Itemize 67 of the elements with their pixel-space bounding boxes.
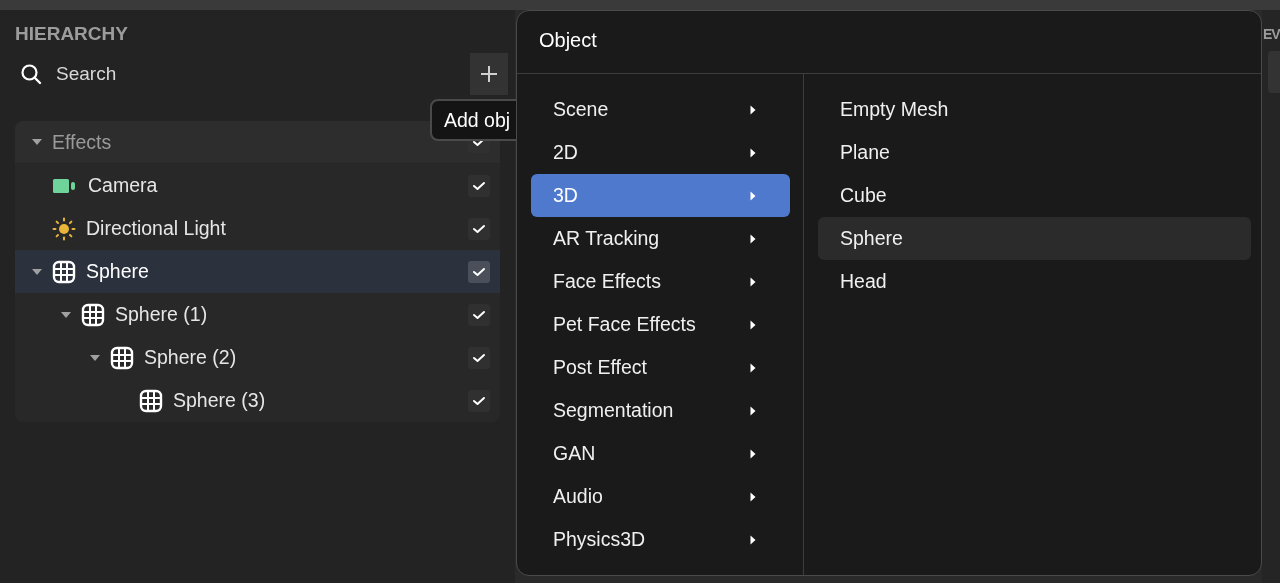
submenu-arrow-icon [750,190,756,201]
submenu-arrow-icon [750,233,756,244]
grid-icon [110,345,134,370]
search-icon [20,63,42,85]
menu-item[interactable]: Empty Mesh [818,88,1251,131]
submenu-arrow-icon [750,448,756,459]
check-icon [472,352,486,363]
sun-icon [52,216,76,241]
menu-item[interactable]: GAN [531,432,790,475]
tree-item-label: Camera [88,174,159,197]
check-icon [472,395,486,406]
menu-item[interactable]: Cube [818,174,1251,217]
panel-title: HIERARCHY [15,23,129,45]
menu-item[interactable]: Segmentation [531,389,790,432]
visibility-checkbox[interactable] [468,303,490,326]
submenu-arrow-icon [750,534,756,545]
tree-item-label: Sphere (2) [144,346,238,369]
visibility-checkbox[interactable] [468,389,490,412]
menu-item[interactable]: Plane [818,131,1251,174]
grid-icon [52,259,76,284]
tree-item-label: Effects [52,130,113,154]
submenu-arrow-icon [750,147,756,158]
plus-icon [479,64,499,84]
visibility-checkbox[interactable] [468,260,490,283]
submenu-arrow-icon [750,104,756,115]
menu-item[interactable]: Sphere [818,217,1251,260]
tree-item-label: Sphere (3) [173,389,267,412]
grid-icon [81,302,105,327]
submenu-arrow-icon [750,319,756,330]
menu-item[interactable]: Pet Face Effects [531,303,790,346]
menu-item[interactable]: Post Effect [531,346,790,389]
search-field[interactable]: Search [56,63,216,85]
visibility-checkbox[interactable] [468,174,490,197]
caret-icon[interactable] [31,138,43,146]
submenu-arrow-icon [750,491,756,502]
caret-icon[interactable] [31,267,43,276]
tree-row[interactable]: Camera [15,164,500,207]
visibility-checkbox[interactable] [468,217,490,240]
menu-item[interactable]: Head [818,260,1251,303]
tree-item-label: Sphere (1) [115,303,209,326]
tree-row[interactable]: Sphere (3) [15,379,500,422]
grid-icon [139,388,163,413]
check-icon [472,223,486,234]
menu-item[interactable]: 3D [531,174,790,217]
submenu-arrow-icon [750,362,756,373]
tree-item-label: Directional Light [86,217,227,240]
menu-item[interactable]: Physics3D [531,518,790,561]
tree-item-label: Sphere [86,260,150,283]
add-button[interactable] [470,53,508,95]
caret-icon[interactable] [60,310,72,319]
check-icon [472,309,486,320]
tree-row[interactable]: Directional Light [15,207,500,250]
camera-icon [52,176,78,195]
menu-item[interactable]: Face Effects [531,260,790,303]
check-icon [472,266,486,277]
submenu-arrow-icon [750,276,756,287]
tree-row[interactable]: Sphere (2) [15,336,500,379]
visibility-checkbox[interactable] [468,346,490,369]
tree-row[interactable]: Sphere [15,250,500,293]
caret-icon[interactable] [89,353,101,362]
panel-title: EV [1262,26,1280,42]
menu-item[interactable]: AR Tracking [531,217,790,260]
check-icon [472,180,486,191]
submenu-arrow-icon [750,405,756,416]
menu-item[interactable]: Audio [531,475,790,518]
tree-row[interactable]: Sphere (1) [15,293,500,336]
menu-title: Object [517,11,1261,74]
